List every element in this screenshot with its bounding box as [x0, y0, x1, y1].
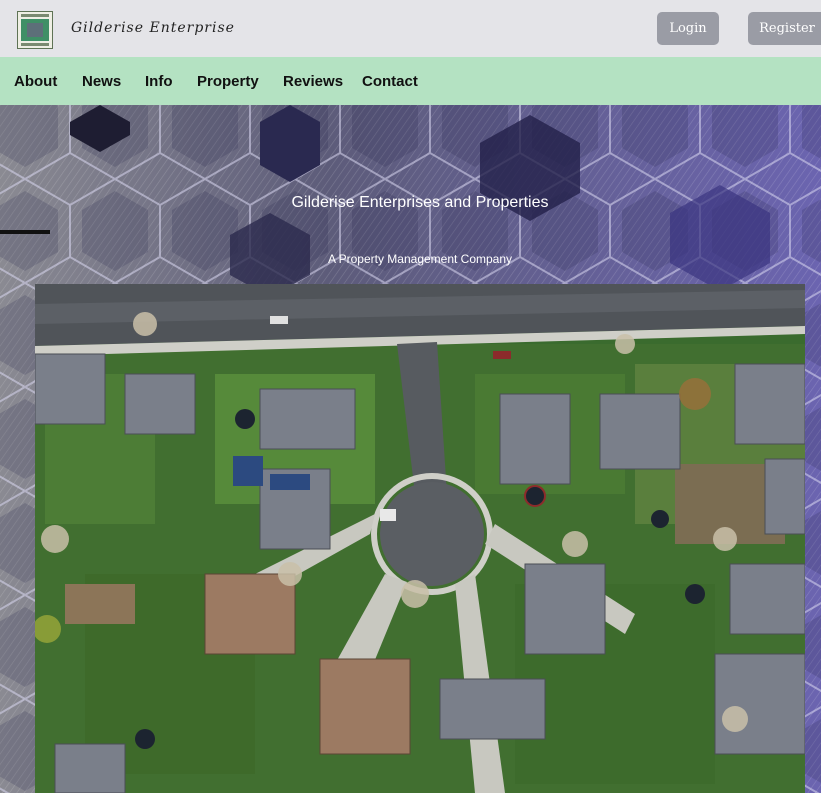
- hero-subtitle: A Property Management Company: [327, 252, 513, 266]
- nav-item-news[interactable]: News: [82, 73, 121, 90]
- nav-item-about[interactable]: About: [14, 73, 57, 90]
- nav-item-info[interactable]: Info: [145, 73, 173, 90]
- accent-bar: [0, 230, 50, 234]
- hero-section: Gilderise Enterprises and Properties A P…: [0, 105, 821, 793]
- register-button[interactable]: Register: [748, 12, 821, 45]
- nav-item-reviews[interactable]: Reviews: [283, 73, 343, 90]
- company-logo-icon[interactable]: [17, 11, 53, 49]
- brand-name: Gilderise Enterprise: [71, 20, 235, 36]
- aerial-neighborhood-photo: [35, 284, 805, 793]
- login-button[interactable]: Login: [657, 12, 719, 45]
- top-bar: Gilderise Enterprise Login Register: [0, 0, 821, 57]
- nav-item-contact[interactable]: Contact: [362, 73, 418, 90]
- nav-item-property[interactable]: Property: [197, 73, 259, 90]
- hero-title: Gilderise Enterprises and Properties: [291, 194, 549, 211]
- main-nav: About News Info Property Reviews Contact: [0, 57, 821, 105]
